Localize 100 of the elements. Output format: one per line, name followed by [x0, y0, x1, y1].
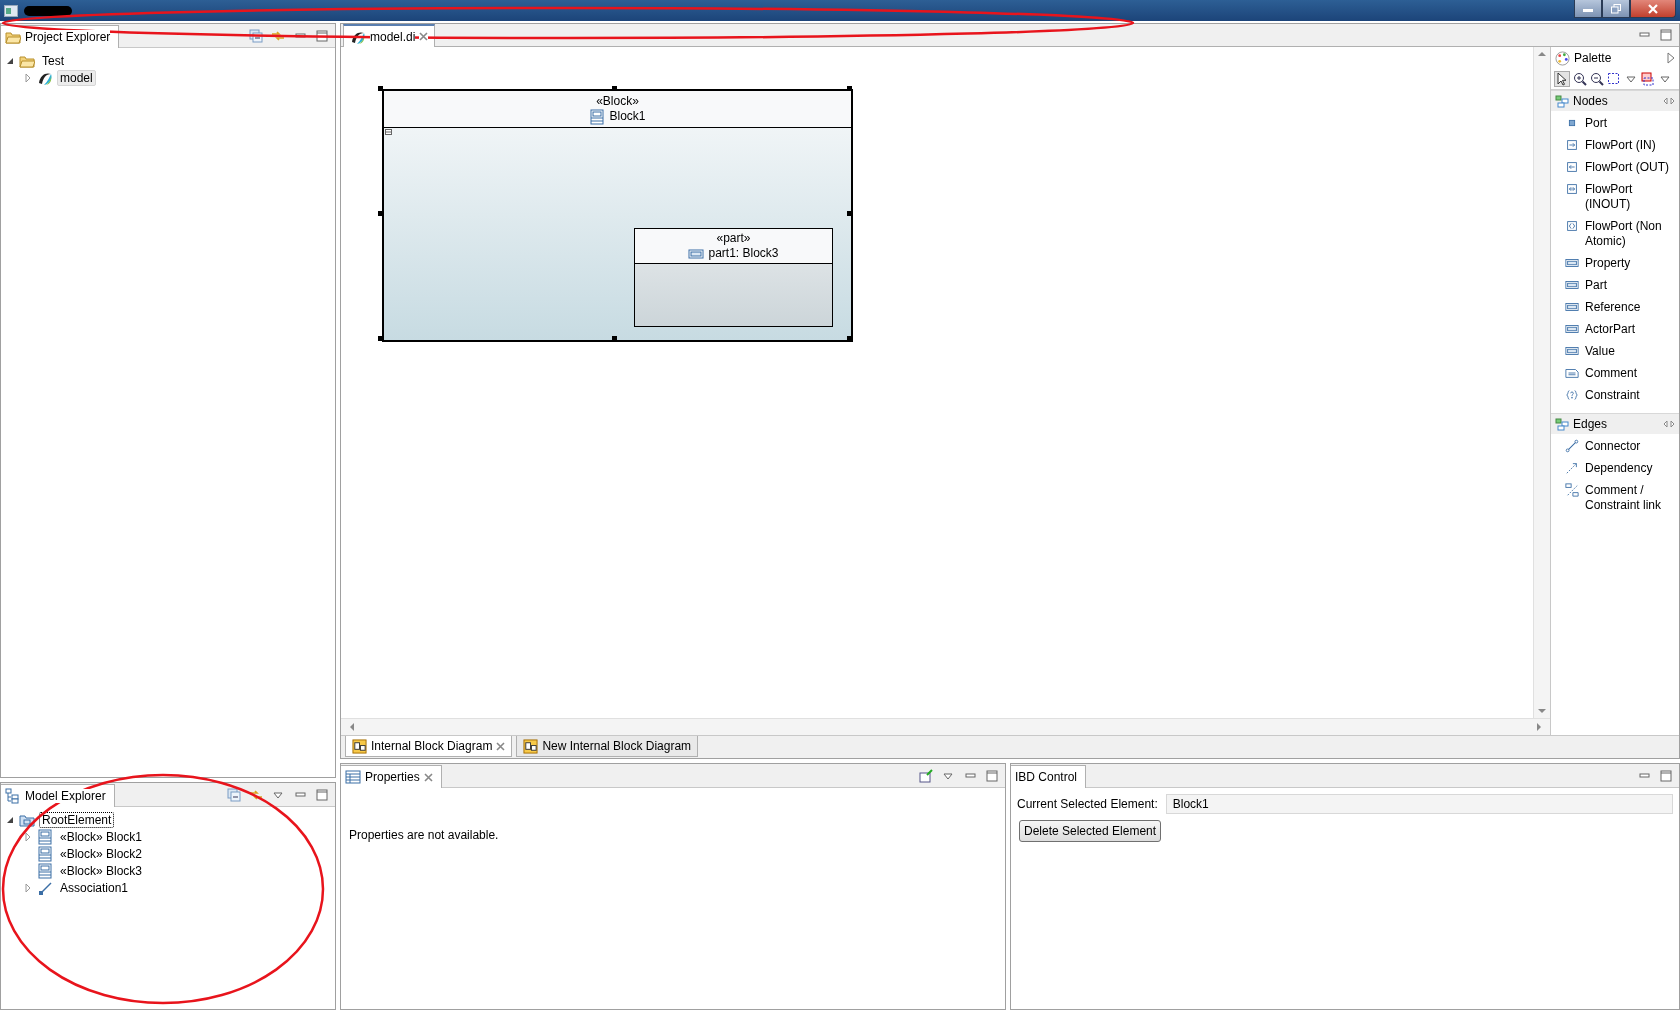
collapse-arrow-icon[interactable]: [1667, 52, 1675, 64]
view-title[interactable]: Project Explorer: [25, 30, 111, 44]
block-name: Block1: [609, 109, 646, 124]
resize-handle[interactable]: [378, 86, 383, 91]
palette-tool[interactable]: FlowPort (OUT): [1551, 157, 1679, 179]
restore-button[interactable]: [1602, 0, 1630, 18]
palette-tool[interactable]: Dependency: [1551, 458, 1679, 480]
collapsed-arrow-icon[interactable]: [23, 831, 33, 842]
block-icon: [37, 862, 53, 879]
palette-drawer[interactable]: Nodes: [1551, 90, 1679, 111]
compartment-icon: [385, 129, 392, 135]
palette-tool[interactable]: Connector: [1551, 436, 1679, 458]
zoom-in-icon[interactable]: [1573, 72, 1587, 86]
resize-handle[interactable]: [847, 211, 852, 216]
pointer-icon[interactable]: [1555, 72, 1569, 86]
pin-icon[interactable]: [1663, 97, 1675, 105]
color-wheel-icon: [1555, 50, 1570, 66]
minimize-button[interactable]: [1574, 0, 1602, 18]
palette-drawer[interactable]: Edges: [1551, 413, 1679, 434]
diagram-icon: [352, 738, 367, 754]
view-title[interactable]: Properties: [365, 770, 420, 784]
double-arrow-square-icon: [1565, 182, 1579, 196]
tree-item[interactable]: «Block» Block2: [57, 845, 146, 862]
collapsed-arrow-icon[interactable]: [23, 72, 33, 83]
palette-tool[interactable]: Constraint: [1551, 385, 1679, 407]
palette-title: Palette: [1574, 51, 1612, 65]
chevrons-square-icon: [1565, 219, 1579, 233]
palette-tool[interactable]: ActorPart: [1551, 319, 1679, 341]
rectangle-icon: [1565, 256, 1579, 270]
link-arrows-icon[interactable]: [271, 29, 285, 43]
tree-item[interactable]: Test: [39, 52, 67, 69]
resize-handle[interactable]: [612, 336, 617, 341]
part-node[interactable]: «part» part1: Block3: [634, 228, 833, 327]
maximize-icon[interactable]: [1659, 769, 1673, 783]
zoom-out-icon[interactable]: [1590, 72, 1604, 86]
diagram-tab[interactable]: Internal Block Diagram: [345, 736, 513, 757]
collapsed-arrow-icon[interactable]: [23, 882, 33, 893]
connector-line-icon: [1565, 439, 1579, 453]
tree-item[interactable]: model: [57, 69, 96, 86]
palette-tool[interactable]: Comment / Constraint link: [1551, 480, 1679, 517]
palette-tool[interactable]: FlowPort (IN): [1551, 135, 1679, 157]
palette-tool[interactable]: Part: [1551, 275, 1679, 297]
resize-handle[interactable]: [612, 86, 617, 91]
redacted-title-scribble: [24, 5, 72, 16]
scroll-right-icon[interactable]: [1537, 723, 1542, 731]
palette-tool[interactable]: Value: [1551, 341, 1679, 363]
arrow-in-square-icon: [1565, 138, 1579, 152]
rectangle-icon: [1565, 278, 1579, 292]
restore-icon: [1611, 3, 1621, 14]
tree-item[interactable]: «Block» Block1: [57, 828, 146, 845]
close-icon: [1647, 3, 1659, 14]
selected-element-field[interactable]: Block1: [1165, 794, 1673, 814]
maximize-icon[interactable]: [985, 769, 999, 783]
tree-item[interactable]: «Block» Block3: [57, 862, 146, 879]
close-icon[interactable]: [496, 741, 506, 751]
resize-handle[interactable]: [847, 86, 852, 91]
palette-tool[interactable]: Property: [1551, 253, 1679, 275]
palette-tool[interactable]: Port: [1551, 113, 1679, 135]
scroll-down-icon[interactable]: [1538, 709, 1546, 714]
view-title[interactable]: Model Explorer: [25, 789, 106, 803]
palette-tool[interactable]: Reference: [1551, 297, 1679, 319]
close-icon[interactable]: [423, 772, 433, 782]
maximize-icon[interactable]: [315, 788, 329, 802]
collapse-all-icon[interactable]: [249, 29, 263, 43]
vertical-scrollbar[interactable]: [1533, 47, 1550, 718]
diagram-tab[interactable]: New Internal Block Diagram: [516, 736, 699, 757]
pin-view-icon[interactable]: [919, 769, 933, 783]
tree-item[interactable]: RootElement: [39, 811, 115, 828]
resize-handle[interactable]: [378, 336, 383, 341]
part-stereotype: «part»: [716, 230, 751, 246]
palette-tool[interactable]: Comment: [1551, 363, 1679, 385]
tree-item[interactable]: Association1: [57, 879, 132, 896]
delete-button[interactable]: Delete Selected Element: [1019, 820, 1162, 842]
horizontal-scrollbar[interactable]: [341, 718, 1550, 735]
resize-handle[interactable]: [378, 211, 383, 216]
block-icon: [37, 828, 53, 845]
close-icon[interactable]: [419, 32, 429, 41]
marquee-nodes-icon[interactable]: [1641, 72, 1655, 86]
link-arrows-icon[interactable]: [249, 788, 263, 802]
collapse-all-icon[interactable]: [227, 788, 241, 802]
editor-tab[interactable]: model.di: [343, 24, 436, 47]
drawer-icon: [1555, 94, 1569, 108]
palette-tool[interactable]: FlowPort (INOUT): [1551, 179, 1679, 216]
scroll-left-icon[interactable]: [349, 723, 354, 731]
resize-handle[interactable]: [847, 336, 852, 341]
note-icon: [1565, 366, 1579, 380]
scroll-up-icon[interactable]: [1538, 51, 1546, 56]
maximize-icon[interactable]: [315, 29, 329, 43]
block-icon: [37, 845, 53, 862]
maximize-icon[interactable]: [1659, 28, 1673, 42]
rectangle-icon: [1565, 344, 1579, 358]
pin-icon[interactable]: [1663, 420, 1675, 428]
palette-tool[interactable]: FlowPort (Non Atomic): [1551, 216, 1679, 253]
table-icon: [345, 769, 361, 785]
braces-icon: [1565, 388, 1579, 402]
marquee-icon[interactable]: [1607, 72, 1621, 86]
drawer-icon: [1555, 417, 1569, 431]
close-button[interactable]: [1630, 0, 1676, 18]
diagram-icon: [523, 738, 539, 754]
block-stereotype: «Block»: [596, 93, 639, 109]
